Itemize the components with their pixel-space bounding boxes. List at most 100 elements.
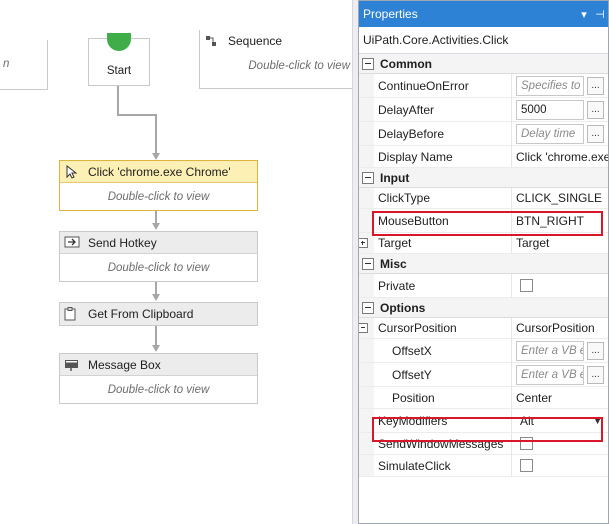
row-delay-before: DelayBefore Delay time ... bbox=[359, 122, 608, 146]
prop-name: KeyModifiers bbox=[374, 409, 512, 432]
expand-icon[interactable] bbox=[359, 238, 368, 248]
category-misc-label: Misc bbox=[380, 256, 407, 271]
chevron-down-icon[interactable]: ▼ bbox=[593, 416, 602, 426]
get-from-clipboard-title: Get From Clipboard bbox=[88, 307, 194, 321]
delay-before-input[interactable]: Delay time bbox=[516, 123, 584, 144]
row-simulate-click: SimulateClick bbox=[359, 455, 608, 477]
ellipsis-button[interactable]: ... bbox=[587, 341, 604, 360]
mouse-button-value[interactable]: BTN_RIGHT bbox=[512, 209, 608, 232]
send-hotkey-activity[interactable]: Send Hotkey Double-click to view bbox=[59, 231, 258, 282]
sequence-header: Sequence bbox=[200, 30, 352, 52]
connector-4 bbox=[155, 326, 157, 346]
category-input[interactable]: Input bbox=[359, 168, 608, 188]
mouse-pointer-icon bbox=[64, 164, 82, 179]
row-send-window-messages: SendWindowMessages bbox=[359, 433, 608, 455]
arrow-2 bbox=[152, 223, 160, 230]
row-target: Target Target bbox=[359, 233, 608, 254]
keyboard-arrow-icon bbox=[64, 236, 82, 250]
get-from-clipboard-header: Get From Clipboard bbox=[60, 303, 257, 325]
row-offset-x: OffsetX Enter a VB e ... bbox=[359, 339, 608, 363]
click-activity-header: Click 'chrome.exe Chrome' bbox=[60, 161, 257, 183]
sequence-activity[interactable]: Sequence Double-click to view bbox=[199, 30, 352, 89]
arrow-4 bbox=[152, 345, 160, 352]
continue-on-error-input[interactable]: Specifies to bbox=[516, 75, 584, 96]
simulate-click-checkbox[interactable] bbox=[520, 459, 533, 472]
category-options[interactable]: Options bbox=[359, 298, 608, 318]
category-options-label: Options bbox=[380, 300, 426, 315]
connector-1 bbox=[155, 114, 157, 154]
row-display-name: Display Name Click 'chrome.exe bbox=[359, 146, 608, 168]
click-activity-hint: Double-click to view bbox=[107, 190, 210, 203]
collapse-icon[interactable] bbox=[362, 171, 374, 184]
message-box-activity[interactable]: Message Box Double-click to view bbox=[59, 353, 258, 404]
row-offset-y: OffsetY Enter a VB e ... bbox=[359, 363, 608, 387]
connector-elbow bbox=[117, 114, 157, 116]
message-box-hint: Double-click to view bbox=[107, 383, 210, 396]
partial-activity-hint: n bbox=[3, 58, 10, 70]
delay-after-input[interactable]: 5000 bbox=[516, 99, 584, 120]
display-name-value[interactable]: Click 'chrome.exe bbox=[512, 146, 608, 167]
ellipsis-button[interactable]: ... bbox=[587, 124, 604, 143]
pin-icon[interactable]: ⊣ bbox=[592, 8, 608, 21]
private-checkbox[interactable] bbox=[520, 279, 533, 292]
collapse-icon[interactable] bbox=[362, 301, 374, 314]
ellipsis-button[interactable]: ... bbox=[587, 365, 604, 384]
key-modifiers-dropdown[interactable]: Alt ▼ bbox=[516, 411, 606, 431]
ellipsis-button[interactable]: ... bbox=[587, 76, 604, 95]
connector-start bbox=[117, 86, 119, 116]
send-hotkey-header: Send Hotkey bbox=[60, 232, 257, 254]
row-mouse-button: MouseButton BTN_RIGHT bbox=[359, 209, 608, 233]
activity-type-label: UiPath.Core.Activities.Click bbox=[359, 27, 608, 54]
sequence-title: Sequence bbox=[228, 34, 283, 48]
arrow-1 bbox=[152, 153, 160, 160]
panel-menu-icon[interactable]: ▾ bbox=[576, 8, 592, 21]
prop-name: CursorPosition bbox=[374, 318, 512, 338]
prop-name: OffsetX bbox=[374, 339, 512, 362]
collapse-icon[interactable] bbox=[362, 257, 374, 270]
prop-name: OffsetY bbox=[374, 363, 512, 386]
message-box-icon bbox=[64, 358, 82, 372]
properties-title: Properties bbox=[363, 7, 418, 21]
prop-name: Position bbox=[374, 387, 512, 408]
category-input-label: Input bbox=[380, 170, 410, 185]
start-label: Start bbox=[106, 65, 132, 77]
arrow-3 bbox=[152, 294, 160, 301]
sequence-hint: Double-click to view bbox=[248, 59, 350, 72]
prop-name: ContinueOnError bbox=[374, 74, 512, 97]
category-misc[interactable]: Misc bbox=[359, 254, 608, 274]
prop-name: Display Name bbox=[374, 146, 512, 167]
prop-name: SendWindowMessages bbox=[374, 433, 512, 454]
row-position: Position Center bbox=[359, 387, 608, 409]
target-value[interactable]: Target bbox=[512, 233, 608, 253]
workflow-designer[interactable]: n Start Sequence Double-click to view Cl… bbox=[0, 0, 352, 524]
prop-name: DelayAfter bbox=[374, 98, 512, 121]
category-common[interactable]: Common bbox=[359, 54, 608, 74]
position-value[interactable]: Center bbox=[512, 387, 608, 408]
row-cursor-position: CursorPosition CursorPosition bbox=[359, 318, 608, 339]
offset-y-input[interactable]: Enter a VB e bbox=[516, 364, 584, 385]
prop-name: DelayBefore bbox=[374, 122, 512, 145]
row-delay-after: DelayAfter 5000 ... bbox=[359, 98, 608, 122]
ellipsis-button[interactable]: ... bbox=[587, 100, 604, 119]
get-from-clipboard-activity[interactable]: Get From Clipboard bbox=[59, 302, 258, 326]
click-type-value[interactable]: CLICK_SINGLE bbox=[512, 188, 608, 208]
click-activity[interactable]: Click 'chrome.exe Chrome' Double-click t… bbox=[59, 160, 258, 211]
clipboard-icon bbox=[64, 307, 82, 321]
prop-name: Private bbox=[374, 274, 512, 297]
offset-x-input[interactable]: Enter a VB e bbox=[516, 340, 584, 361]
partial-activity-left[interactable]: n bbox=[0, 40, 48, 90]
collapse-icon[interactable] bbox=[362, 57, 374, 70]
send-window-messages-checkbox[interactable] bbox=[520, 437, 533, 450]
key-modifiers-value: Alt bbox=[520, 413, 535, 428]
prop-name: ClickType bbox=[374, 188, 512, 208]
sequence-icon bbox=[204, 34, 222, 48]
property-grid: Common ContinueOnError Specifies to ... … bbox=[359, 54, 608, 477]
properties-title-bar: Properties ▾ ⊣ bbox=[359, 1, 608, 27]
collapse-icon[interactable] bbox=[359, 323, 368, 333]
prop-name: MouseButton bbox=[374, 209, 512, 232]
row-key-modifiers: KeyModifiers Alt ▼ bbox=[359, 409, 608, 433]
cursor-position-value[interactable]: CursorPosition bbox=[512, 318, 608, 338]
row-click-type: ClickType CLICK_SINGLE bbox=[359, 188, 608, 209]
send-hotkey-title: Send Hotkey bbox=[88, 235, 157, 250]
start-node[interactable]: Start bbox=[88, 33, 150, 86]
